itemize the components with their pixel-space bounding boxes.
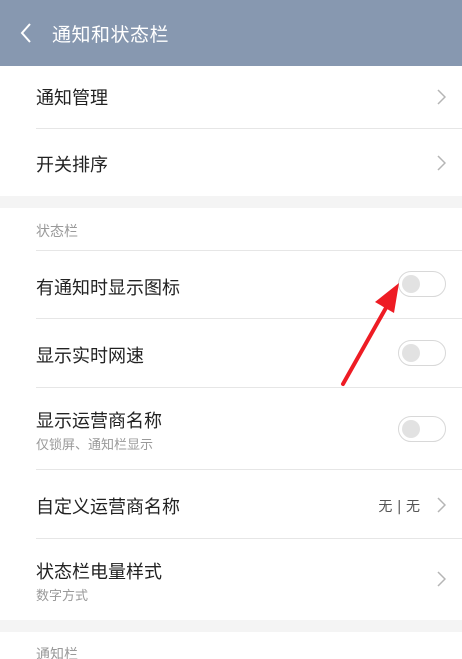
notification-management-label: 通知管理 (36, 88, 108, 109)
custom-carrier-item[interactable]: 自定义运营商名称 无 | 无 (0, 470, 462, 538)
toggle-order-label: 开关排序 (36, 155, 108, 176)
chevron-right-icon (437, 155, 446, 171)
section-label-status-bar: 状态栏 (36, 224, 78, 240)
page-title: 通知和状态栏 (52, 23, 170, 46)
custom-carrier-label: 自定义运营商名称 (36, 497, 180, 518)
realtime-speed-toggle[interactable] (398, 340, 446, 366)
carrier-name-item[interactable]: 显示运营商名称 仅锁屏、通知栏显示 (0, 388, 462, 469)
battery-style-item[interactable]: 状态栏电量样式 数字方式 (0, 539, 462, 620)
battery-style-label: 状态栏电量样式 (36, 562, 162, 583)
carrier-name-label: 显示运营商名称 (36, 411, 162, 432)
chevron-right-icon (437, 571, 446, 587)
carrier-name-description: 仅锁屏、通知栏显示 (36, 438, 154, 453)
status-bar-section-header: 状态栏 (0, 208, 462, 250)
show-icon-item[interactable]: 有通知时显示图标 (0, 251, 462, 318)
section-gap (0, 620, 462, 632)
realtime-speed-label: 显示实时网速 (36, 346, 144, 367)
toggle-knob (402, 420, 420, 438)
toggle-knob (402, 344, 420, 362)
back-button[interactable] (0, 0, 50, 66)
chevron-right-icon (437, 89, 446, 105)
section-label-notification-bar: 通知栏 (36, 647, 78, 659)
toggle-knob (402, 275, 420, 293)
show-icon-toggle[interactable] (398, 271, 446, 297)
toggle-order-item[interactable]: 开关排序 (0, 129, 462, 196)
notification-bar-section-header: 通知栏 (0, 632, 462, 659)
notification-management-item[interactable]: 通知管理 (0, 66, 462, 128)
carrier-name-toggle[interactable] (398, 416, 446, 442)
realtime-speed-item[interactable]: 显示实时网速 (0, 319, 462, 387)
section-gap (0, 196, 462, 208)
chevron-right-icon (437, 497, 446, 513)
show-icon-label: 有通知时显示图标 (36, 278, 180, 299)
custom-carrier-value: 无 | 无 (378, 499, 420, 515)
chevron-left-icon (20, 23, 31, 43)
app-header: 通知和状态栏 (0, 0, 462, 66)
battery-style-description: 数字方式 (36, 589, 89, 604)
